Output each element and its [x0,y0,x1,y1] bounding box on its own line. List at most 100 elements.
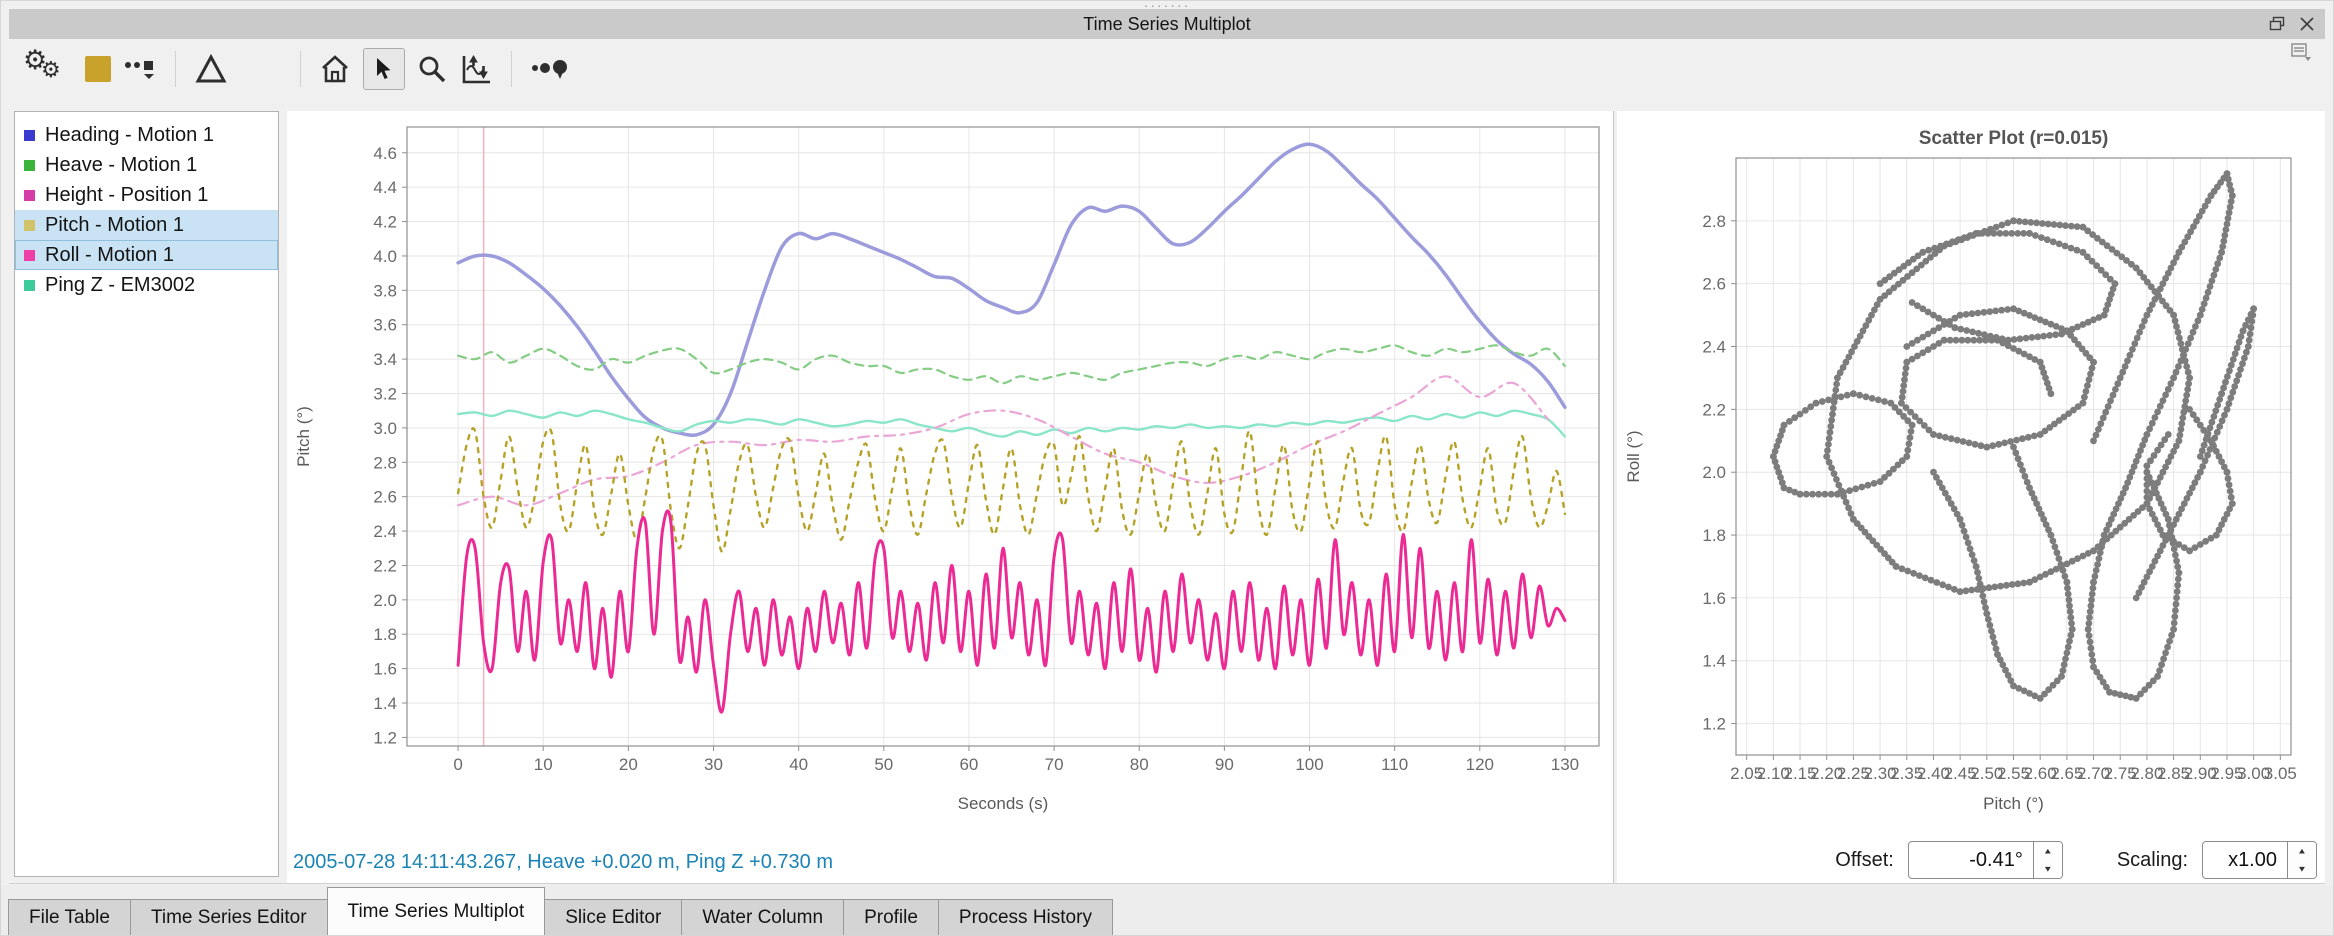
svg-text:2.6: 2.6 [1702,275,1726,294]
svg-text:2.8: 2.8 [373,453,397,472]
svg-text:2.2: 2.2 [1702,400,1726,419]
autoscale-vertical-icon[interactable] [459,52,493,86]
offset-scaling-controls: Offset: -0.41° ▲ ▼ Scaling: x1.00 ▲ ▼ [1835,841,2317,879]
timeseries-chart[interactable]: 01020304050607080901001101201301.21.41.6… [287,111,1613,823]
offset-decrement-button[interactable]: ▼ [2034,862,2062,876]
svg-text:130: 130 [1551,755,1579,774]
svg-text:4.6: 4.6 [373,144,397,163]
scaling-decrement-button[interactable]: ▼ [2288,862,2316,876]
svg-text:1.6: 1.6 [1702,589,1726,608]
svg-text:110: 110 [1381,755,1408,774]
tab-time-series-multiplot[interactable]: Time Series Multiplot [327,887,546,936]
offset-spinbox[interactable]: -0.41° ▲ ▼ [1908,841,2063,879]
svg-text:1.6: 1.6 [373,660,397,679]
svg-text:60: 60 [959,755,978,774]
plot-color-swatch-button[interactable] [85,56,111,82]
svg-text:3.0: 3.0 [373,419,397,438]
toolbar: ⚙⚙ [9,39,2325,99]
tab-file-table[interactable]: File Table [8,899,131,936]
legend-label: Heading - Motion 1 [45,124,214,147]
roll-swatch-icon [24,250,35,261]
svg-text:70: 70 [1045,755,1064,774]
pitch-swatch-icon [24,220,35,231]
pointer-cursor-icon [374,57,394,81]
triangle-marker-icon[interactable] [194,53,228,85]
svg-text:4.2: 4.2 [373,213,397,232]
svg-text:40: 40 [789,755,808,774]
window-titlebar[interactable]: Time Series Multiplot [9,9,2325,39]
legend-item-heave[interactable]: Heave - Motion 1 [15,150,278,180]
dock-border [9,883,2325,884]
series-legend-list: Heading - Motion 1 Heave - Motion 1 Heig… [14,111,279,877]
legend-item-pingz[interactable]: Ping Z - EM3002 [15,270,278,300]
offset-label: Offset: [1835,849,1894,872]
svg-text:1.2: 1.2 [1702,715,1726,734]
svg-text:2.0: 2.0 [1702,463,1726,482]
scaling-label: Scaling: [2117,849,2188,872]
home-view-icon[interactable] [319,54,351,84]
tab-water-column[interactable]: Water Column [681,899,844,936]
legend-label: Heave - Motion 1 [45,154,197,177]
offset-increment-button[interactable]: ▲ [2034,844,2062,858]
tab-process-history[interactable]: Process History [938,899,1113,936]
scatter-chart[interactable]: 2.052.102.152.202.252.302.352.402.452.50… [1617,111,2325,823]
tab-profile[interactable]: Profile [843,899,939,936]
settings-gears-icon[interactable]: ⚙⚙ [21,47,73,91]
point-size-icon[interactable] [530,54,570,84]
close-icon[interactable] [2299,16,2315,32]
legend-label: Roll - Motion 1 [45,244,174,267]
toolbar-separator [300,51,301,87]
legend-item-pitch[interactable]: Pitch - Motion 1 [15,210,278,240]
panel-divider[interactable] [1613,111,1614,883]
height-swatch-icon [24,190,35,201]
legend-label: Ping Z - EM3002 [45,274,195,297]
zoom-icon[interactable] [417,54,447,84]
color-swatch [85,56,111,82]
heading-swatch-icon [24,130,35,141]
svg-text:4.0: 4.0 [373,247,397,266]
bottom-tabbar: File Table Time Series Editor Time Serie… [1,885,2333,936]
svg-text:10: 10 [534,755,553,774]
svg-text:Pitch (°): Pitch (°) [294,406,313,467]
offset-value[interactable]: -0.41° [1909,842,2033,878]
svg-text:Scatter Plot (r=0.015): Scatter Plot (r=0.015) [1919,128,2109,149]
scaling-value[interactable]: x1.00 [2203,842,2287,878]
svg-text:2.8: 2.8 [1702,212,1726,231]
svg-text:Seconds (s): Seconds (s) [958,794,1049,813]
pointer-select-button[interactable] [363,48,405,90]
svg-text:90: 90 [1215,755,1234,774]
float-window-icon[interactable] [2269,16,2285,32]
svg-text:1.4: 1.4 [373,694,397,713]
svg-text:2.6: 2.6 [373,488,397,507]
svg-text:50: 50 [874,755,893,774]
tab-slice-editor[interactable]: Slice Editor [544,899,682,936]
point-style-menu-icon[interactable] [123,54,157,84]
panel-menu-icon[interactable] [2291,43,2311,66]
heave-swatch-icon [24,160,35,171]
pingz-swatch-icon [24,280,35,291]
scaling-increment-button[interactable]: ▲ [2288,844,2316,858]
legend-item-roll[interactable]: Roll - Motion 1 [15,240,278,270]
tab-time-series-editor[interactable]: Time Series Editor [130,899,328,936]
svg-text:120: 120 [1466,755,1494,774]
svg-text:100: 100 [1295,755,1323,774]
svg-text:2.0: 2.0 [373,591,397,610]
legend-label: Height - Position 1 [45,184,208,207]
scaling-spinbox[interactable]: x1.00 ▲ ▼ [2202,841,2317,879]
svg-text:2.4: 2.4 [1702,338,1726,357]
legend-item-height[interactable]: Height - Position 1 [15,180,278,210]
window-title: Time Series Multiplot [1083,14,1250,35]
legend-item-heading[interactable]: Heading - Motion 1 [15,120,278,150]
svg-text:3.8: 3.8 [373,281,397,300]
svg-text:20: 20 [619,755,638,774]
svg-text:0: 0 [453,755,462,774]
svg-text:1.8: 1.8 [373,625,397,644]
svg-text:30: 30 [704,755,723,774]
scatter-chart-panel: 2.052.102.152.202.252.302.352.402.452.50… [1617,111,2325,883]
svg-text:1.8: 1.8 [1702,526,1726,545]
svg-text:Pitch (°): Pitch (°) [1983,794,2044,813]
svg-text:3.4: 3.4 [373,350,397,369]
svg-text:2.4: 2.4 [373,522,397,541]
svg-text:3.05: 3.05 [2264,764,2297,783]
cursor-status-text: 2005-07-28 14:11:43.267, Heave +0.020 m,… [293,851,833,874]
